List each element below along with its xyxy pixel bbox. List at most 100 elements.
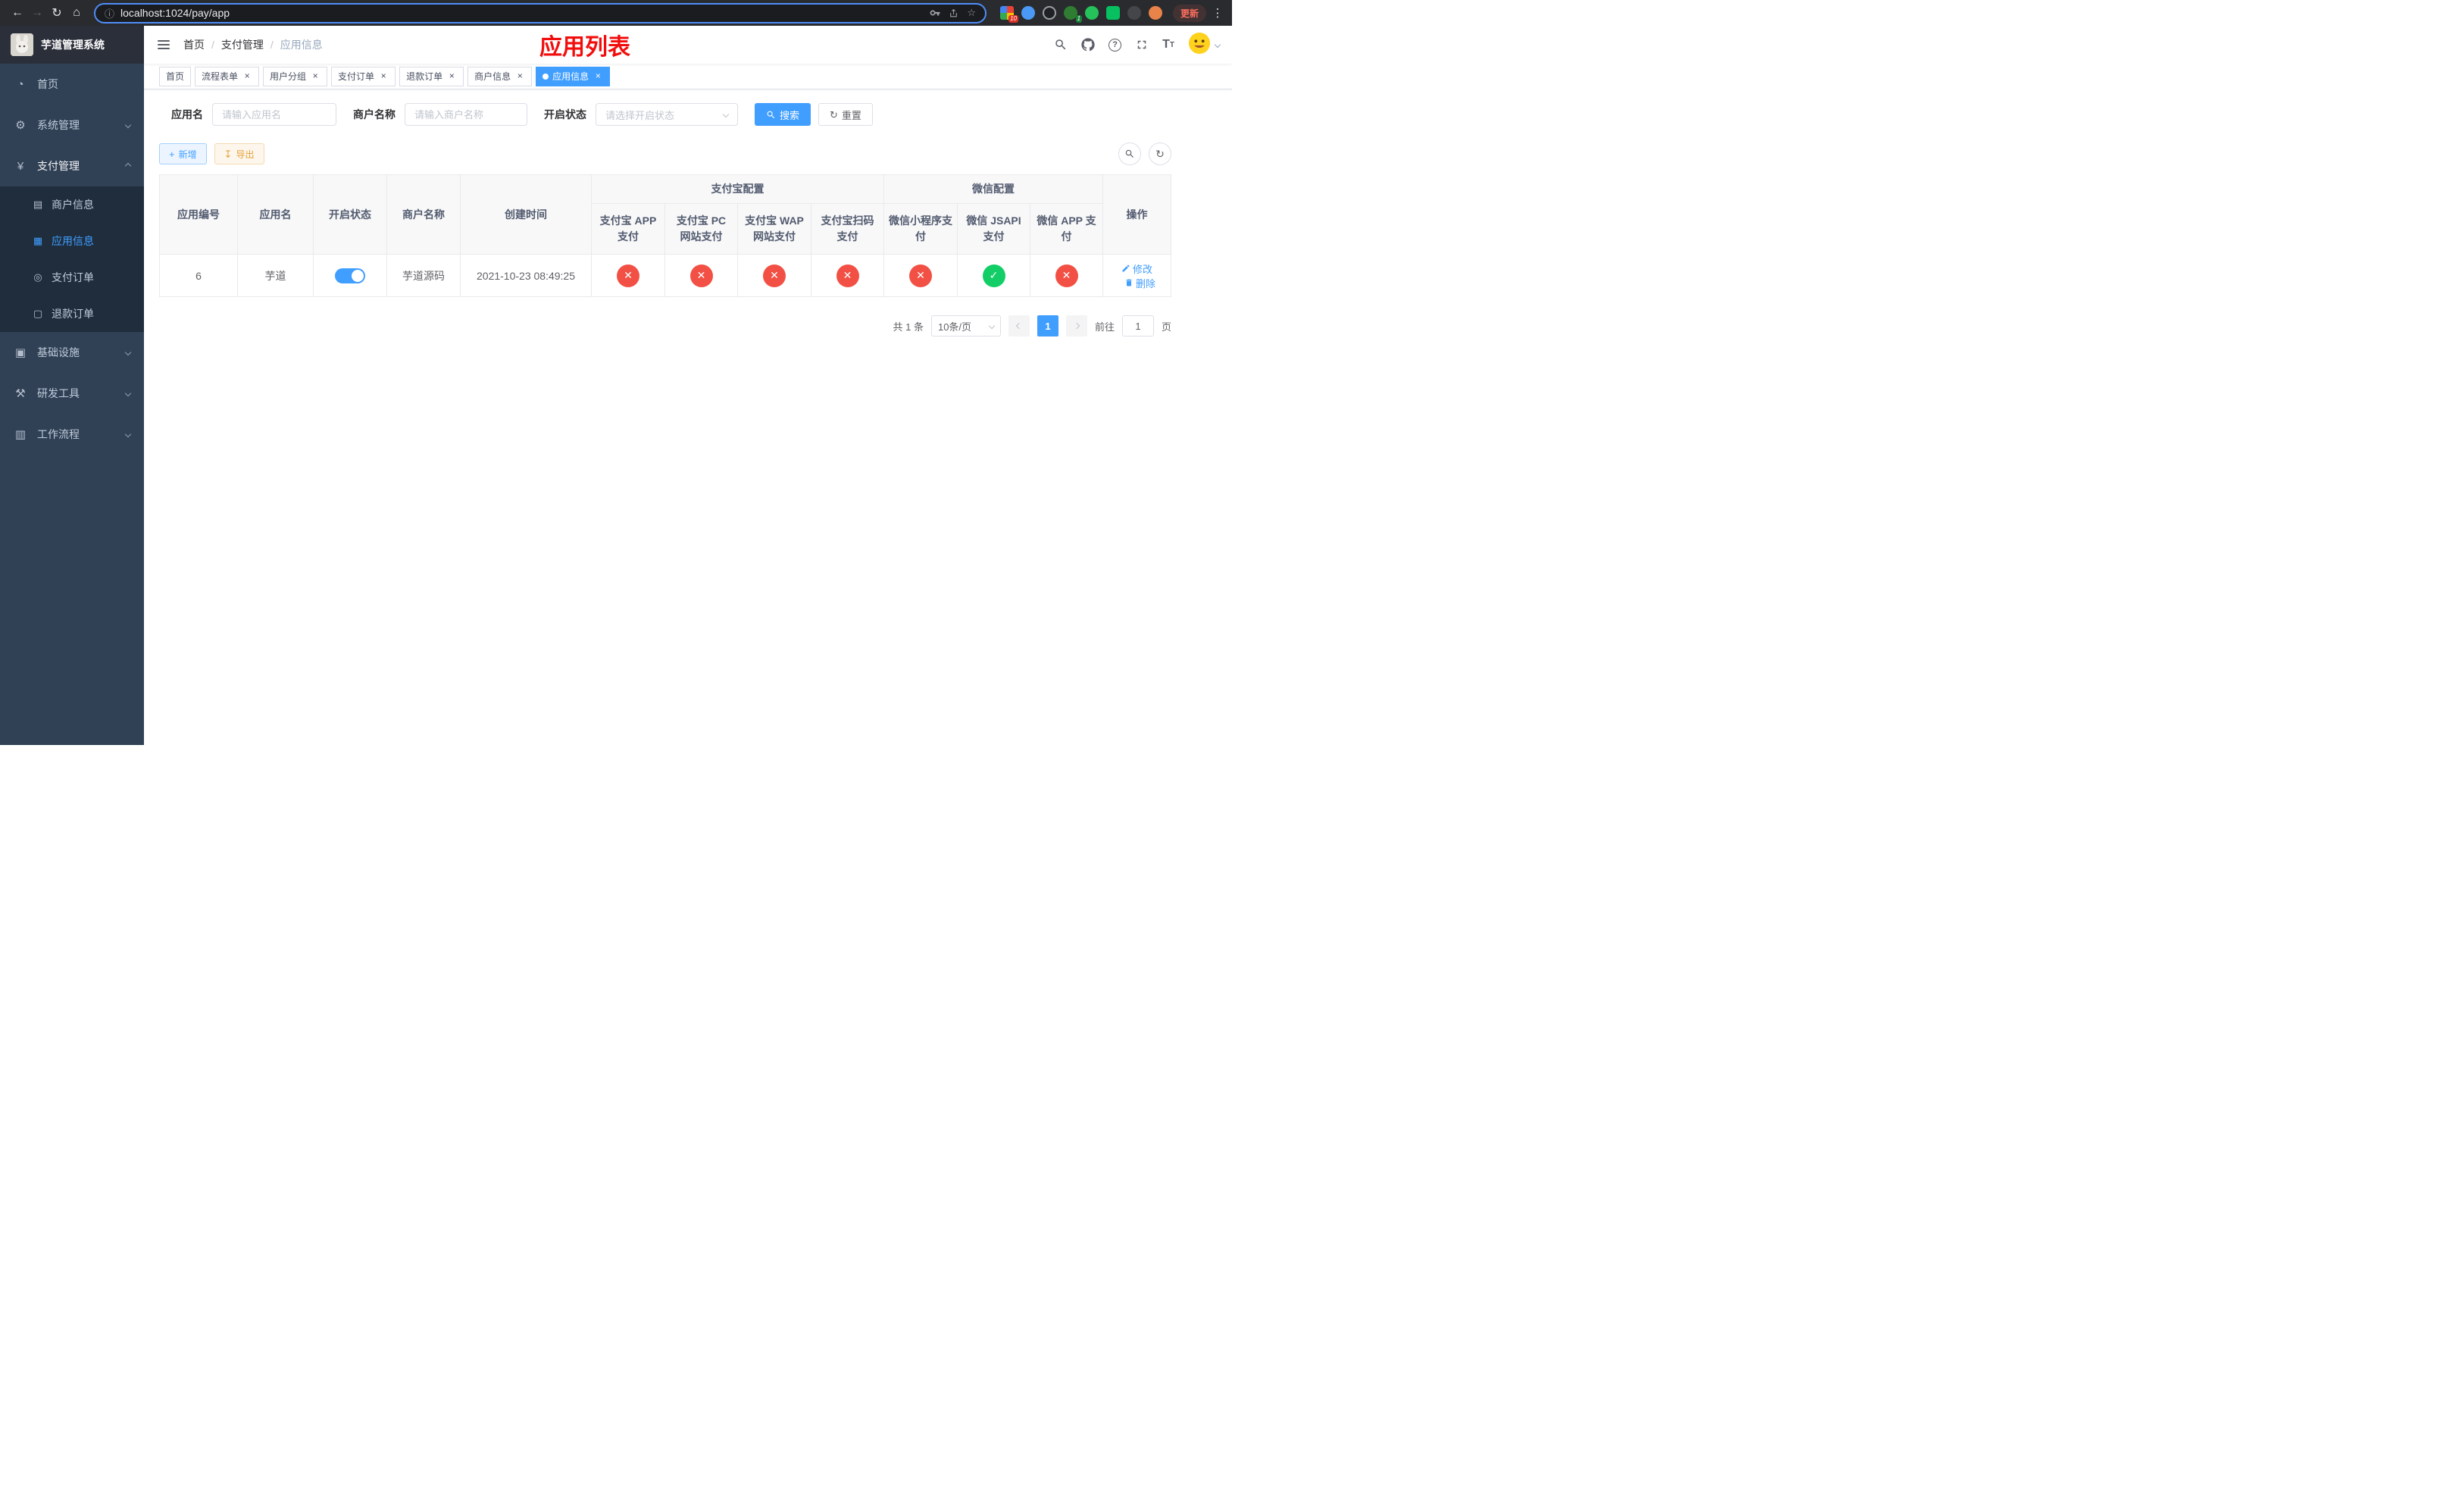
extension-icon[interactable]: 1: [1063, 6, 1082, 23]
active-dot: [543, 73, 549, 80]
close-icon[interactable]: ×: [242, 70, 252, 82]
target-icon: ◎: [33, 271, 42, 283]
search-icon: [1125, 149, 1134, 158]
share-icon[interactable]: [949, 8, 958, 18]
chevron-down-icon: [124, 390, 132, 397]
github-icon[interactable]: [1081, 38, 1095, 52]
browser-update-button[interactable]: 更新: [1172, 4, 1206, 22]
sidebar-item-system[interactable]: ⚙ 系统管理: [0, 105, 144, 146]
edit-button[interactable]: 修改: [1121, 261, 1152, 276]
browser-back-button[interactable]: ←: [8, 6, 27, 20]
sidebar-item-devtools[interactable]: ⚒ 研发工具: [0, 373, 144, 414]
password-key-icon[interactable]: [930, 8, 940, 18]
sidebar-item-home[interactable]: ◔ 首页: [0, 64, 144, 105]
page-number-button[interactable]: 1: [1037, 315, 1058, 337]
sidebar-item-app-info[interactable]: ▦ 应用信息: [0, 223, 144, 259]
close-icon[interactable]: ×: [378, 70, 389, 82]
status-icon: ✕: [617, 264, 639, 287]
sidebar-item-merchant-info[interactable]: ▤ 商户信息: [0, 186, 144, 223]
extension-icon[interactable]: [1021, 6, 1035, 20]
close-icon[interactable]: ×: [310, 70, 321, 82]
sidebar-item-infra[interactable]: ▣ 基础设施: [0, 332, 144, 373]
extension-icon[interactable]: [1084, 6, 1099, 20]
chevron-right-icon: [1073, 322, 1080, 330]
breadcrumb-home[interactable]: 首页: [183, 37, 205, 52]
tab-home[interactable]: 首页: [159, 66, 192, 86]
address-bar[interactable]: ⓘ localhost:1024/pay/app ☆: [94, 2, 987, 23]
page-size-select[interactable]: 10条/页: [930, 315, 1001, 337]
merchant-name-label: 商户名称: [353, 108, 396, 121]
next-page-button[interactable]: [1065, 315, 1087, 337]
header-status: 开启状态: [313, 174, 387, 255]
app-table: 应用编号 应用名 开启状态 商户名称 创建时间 支付宝配置 微信配置 操作 支付…: [159, 174, 1171, 297]
sidebar-item-refund-order[interactable]: ▢ 退款订单: [0, 296, 144, 332]
hamburger-icon[interactable]: [156, 37, 171, 52]
browser-menu-icon[interactable]: ⋮: [1211, 6, 1224, 20]
page-unit-label: 页: [1161, 321, 1171, 333]
breadcrumb-pay[interactable]: 支付管理: [221, 37, 264, 52]
bookmark-star-icon[interactable]: ☆: [967, 7, 976, 19]
page-title: 应用列表: [539, 35, 630, 60]
sidebar-item-pay[interactable]: ¥ 支付管理: [0, 146, 144, 186]
goto-page-input[interactable]: [1121, 315, 1154, 337]
fullscreen-icon[interactable]: [1135, 38, 1149, 52]
toggle-search-button[interactable]: [1118, 142, 1141, 165]
tab-label: 流程表单: [202, 71, 239, 82]
tab-merchant-info[interactable]: 商户信息 ×: [467, 66, 533, 86]
delete-button[interactable]: 删除: [1124, 276, 1155, 290]
search-button[interactable]: 搜索: [755, 103, 811, 126]
breadcrumb-separator: /: [270, 39, 274, 51]
box-icon: ▥: [14, 428, 27, 441]
url-text: localhost:1024/pay/app: [120, 7, 230, 19]
breadcrumb: 首页 / 支付管理 / 应用信息: [183, 37, 323, 52]
extension-icon[interactable]: [1148, 6, 1162, 20]
status-select[interactable]: 请选择开启状态: [596, 103, 738, 126]
search-icon: [767, 111, 775, 118]
extension-icon[interactable]: [1042, 6, 1056, 20]
site-info-icon[interactable]: ⓘ: [105, 6, 114, 20]
help-icon[interactable]: ?: [1108, 38, 1122, 52]
close-icon[interactable]: ×: [593, 70, 603, 82]
add-button[interactable]: + 新增: [159, 143, 207, 164]
tab-app-info[interactable]: 应用信息 ×: [536, 66, 611, 86]
font-size-icon[interactable]: TT: [1162, 38, 1174, 52]
reset-button[interactable]: ↻ 重置: [818, 103, 873, 126]
sidebar-item-pay-order[interactable]: ◎ 支付订单: [0, 259, 144, 296]
cell-merchant: 芋道源码: [386, 254, 461, 297]
search-icon[interactable]: [1054, 38, 1068, 52]
browser-refresh-button[interactable]: ↻: [47, 5, 67, 20]
extension-icon[interactable]: [1127, 6, 1141, 20]
export-button-label: 导出: [236, 149, 255, 160]
header-created: 创建时间: [460, 174, 592, 255]
download-icon: ↧: [224, 148, 233, 160]
tab-refund-order[interactable]: 退款订单 ×: [399, 66, 464, 86]
sidebar-item-workflow[interactable]: ▥ 工作流程: [0, 414, 144, 455]
status-switch[interactable]: [335, 268, 365, 283]
tab-label: 支付订单: [338, 71, 375, 82]
app-name-input[interactable]: [212, 103, 336, 126]
browser-home-button[interactable]: ⌂: [67, 6, 86, 20]
browser-forward-button[interactable]: →: [27, 6, 47, 20]
tab-process-form[interactable]: 流程表单 ×: [195, 66, 260, 86]
refresh-table-button[interactable]: ↻: [1149, 142, 1171, 165]
close-icon[interactable]: ×: [514, 70, 525, 82]
app-logo-row: 芋道管理系统: [0, 26, 144, 64]
cell-app-id: 6: [159, 254, 238, 297]
extensions-area: 10 1: [999, 6, 1162, 23]
header-alipay-app: 支付宝 APP 支付: [591, 203, 665, 255]
tab-pay-order[interactable]: 支付订单 ×: [331, 66, 396, 86]
extension-icon[interactable]: [1105, 6, 1120, 20]
yen-icon: ¥: [17, 159, 24, 173]
prev-page-button[interactable]: [1008, 315, 1030, 337]
chevron-down-icon: [1214, 41, 1221, 49]
chevron-down-icon: [124, 430, 132, 438]
merchant-name-input[interactable]: [405, 103, 527, 126]
export-button[interactable]: ↧ 导出: [214, 143, 264, 164]
sidebar-item-label: 系统管理: [37, 119, 80, 131]
tab-user-group[interactable]: 用户分组 ×: [263, 66, 328, 86]
user-avatar[interactable]: [1188, 32, 1211, 58]
user-menu[interactable]: [1188, 32, 1221, 58]
close-icon[interactable]: ×: [446, 70, 457, 82]
refresh-icon: ↻: [1155, 147, 1165, 160]
extension-icon[interactable]: 10: [999, 6, 1018, 23]
